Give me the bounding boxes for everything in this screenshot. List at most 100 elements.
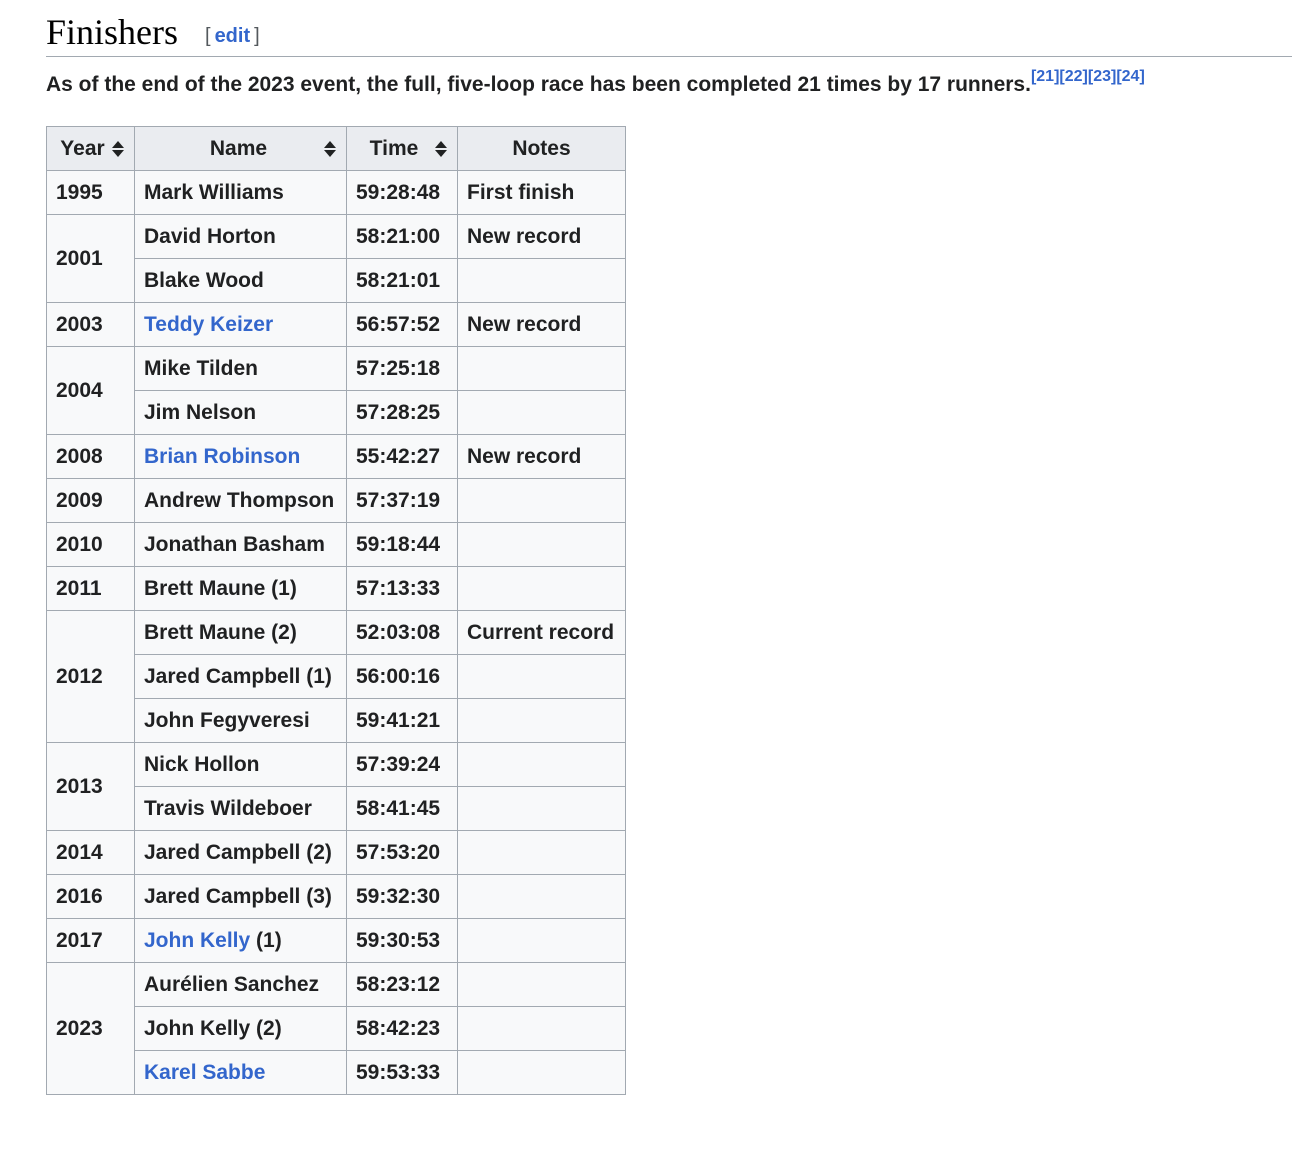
name-cell[interactable]: Brian Robinson <box>134 434 347 479</box>
year-cell: 2010 <box>46 522 135 567</box>
notes-cell <box>457 390 626 435</box>
sort-icon[interactable] <box>112 140 124 158</box>
time-cell: 58:42:23 <box>346 1006 458 1051</box>
finishers-table: Year Name Time Notes 1995 Mark Williams 59… <box>46 126 626 1095</box>
notes-cell: New record <box>457 434 626 479</box>
table-row: 2003 Teddy Keizer 56:57:52 New record <box>46 302 626 347</box>
name-cell: Brett Maune (1) <box>134 566 347 611</box>
time-cell: 58:41:45 <box>346 786 458 831</box>
table-row: 1995 Mark Williams 59:28:48 First finish <box>46 170 626 215</box>
time-cell: 58:23:12 <box>346 962 458 1007</box>
notes-cell <box>457 742 626 787</box>
section-title: Finishers <box>46 12 179 52</box>
runner-link[interactable]: Brian Robinson <box>144 445 300 468</box>
edit-bracket-close: ] <box>254 25 260 47</box>
time-cell: 59:18:44 <box>346 522 458 567</box>
notes-cell <box>457 830 626 875</box>
name-cell: Jared Campbell (1) <box>134 654 347 699</box>
name-cell: Andrew Thompson <box>134 478 347 523</box>
notes-cell: New record <box>457 214 626 259</box>
time-cell: 57:39:24 <box>346 742 458 787</box>
citation-link[interactable]: [24] <box>1116 68 1144 85</box>
time-cell: 56:57:52 <box>346 302 458 347</box>
name-cell[interactable]: John Kelly (1) <box>134 918 347 963</box>
name-cell[interactable]: Karel Sabbe <box>134 1050 347 1095</box>
table-row: 2004 Mike Tilden 57:25:18 <box>46 346 626 435</box>
table-row: 2001 David Horton 58:21:00 New record <box>46 214 626 303</box>
section-heading: Finishers [edit] <box>46 10 1292 57</box>
year-cell: 2013 <box>46 742 135 831</box>
column-header-label: Notes <box>512 136 571 160</box>
table-row: 2013 Nick Hollon 57:39:24 <box>46 742 626 831</box>
citation-link[interactable]: [21] <box>1031 68 1059 85</box>
runner-suffix: (1) <box>250 928 282 952</box>
time-cell: 58:21:00 <box>346 214 458 259</box>
column-header-label: Year <box>60 136 105 160</box>
table-row: 2012 Brett Maune (2) 52:03:08 Current recor… <box>46 610 626 743</box>
time-cell: 57:53:20 <box>346 830 458 875</box>
year-cell: 2023 <box>46 962 135 1095</box>
name-cell: Jim Nelson <box>134 390 347 435</box>
name-cell: Mike Tilden <box>134 346 347 391</box>
name-cell: Aurélien Sanchez <box>134 962 347 1007</box>
notes-cell: Current record <box>457 610 626 655</box>
notes-cell <box>457 258 626 303</box>
notes-cell: First finish <box>457 170 626 215</box>
notes-cell <box>457 918 626 963</box>
time-cell: 59:41:21 <box>346 698 458 743</box>
notes-cell <box>457 962 626 1007</box>
notes-cell <box>457 566 626 611</box>
finishers-table-body: 1995 Mark Williams 59:28:48 First finish 200… <box>46 170 626 1095</box>
time-cell: 55:42:27 <box>346 434 458 479</box>
notes-cell <box>457 1050 626 1095</box>
name-cell: Travis Wildeboer <box>134 786 347 831</box>
year-cell: 2004 <box>46 346 135 435</box>
name-cell: David Horton <box>134 214 347 259</box>
runner-link[interactable]: Teddy Keizer <box>144 313 273 336</box>
year-cell: 1995 <box>46 170 135 215</box>
notes-cell: New record <box>457 302 626 347</box>
column-header-label: Name <box>209 136 268 160</box>
time-cell: 58:21:01 <box>346 258 458 303</box>
runner-link[interactable]: Karel Sabbe <box>144 1061 265 1084</box>
sort-icon[interactable] <box>435 140 447 158</box>
column-header-name[interactable]: Name <box>134 126 347 171</box>
year-cell: 2011 <box>46 566 135 611</box>
name-cell: Jonathan Basham <box>134 522 347 567</box>
time-cell: 57:13:33 <box>346 566 458 611</box>
table-row: 2017 John Kelly (1) 59:30:53 <box>46 918 626 963</box>
year-cell: 2001 <box>46 214 135 303</box>
notes-cell <box>457 478 626 523</box>
name-cell: Brett Maune (2) <box>134 610 347 655</box>
table-row: 2011 Brett Maune (1) 57:13:33 <box>46 566 626 611</box>
year-cell: 2009 <box>46 478 135 523</box>
runner-link[interactable]: John Kelly <box>144 929 250 952</box>
sort-icon[interactable] <box>324 140 336 158</box>
edit-section: [edit] <box>205 24 260 48</box>
citations: [21][22][23][24] <box>1031 68 1145 85</box>
name-cell: John Kelly (2) <box>134 1006 347 1051</box>
edit-bracket-open: [ <box>205 25 211 47</box>
column-header-time[interactable]: Time <box>346 126 458 171</box>
year-cell: 2003 <box>46 302 135 347</box>
citation-link[interactable]: [23] <box>1088 68 1116 85</box>
header-row: Year Name Time Notes <box>46 126 626 171</box>
notes-cell <box>457 786 626 831</box>
time-cell: 59:53:33 <box>346 1050 458 1095</box>
name-cell: Mark Williams <box>134 170 347 215</box>
column-header-year[interactable]: Year <box>46 126 135 171</box>
citation-link[interactable]: [22] <box>1059 68 1087 85</box>
table-row: 2009 Andrew Thompson 57:37:19 <box>46 478 626 523</box>
table-row: 2023 Aurélien Sanchez 58:23:12 <box>46 962 626 1095</box>
notes-cell <box>457 346 626 391</box>
time-cell: 52:03:08 <box>346 610 458 655</box>
notes-cell <box>457 874 626 919</box>
name-cell: Jared Campbell (2) <box>134 830 347 875</box>
name-cell[interactable]: Teddy Keizer <box>134 302 347 347</box>
notes-cell <box>457 698 626 743</box>
time-cell: 57:28:25 <box>346 390 458 435</box>
year-cell: 2014 <box>46 830 135 875</box>
edit-link[interactable]: edit <box>215 25 251 47</box>
table-row: 2016 Jared Campbell (3) 59:32:30 <box>46 874 626 919</box>
time-cell: 57:25:18 <box>346 346 458 391</box>
